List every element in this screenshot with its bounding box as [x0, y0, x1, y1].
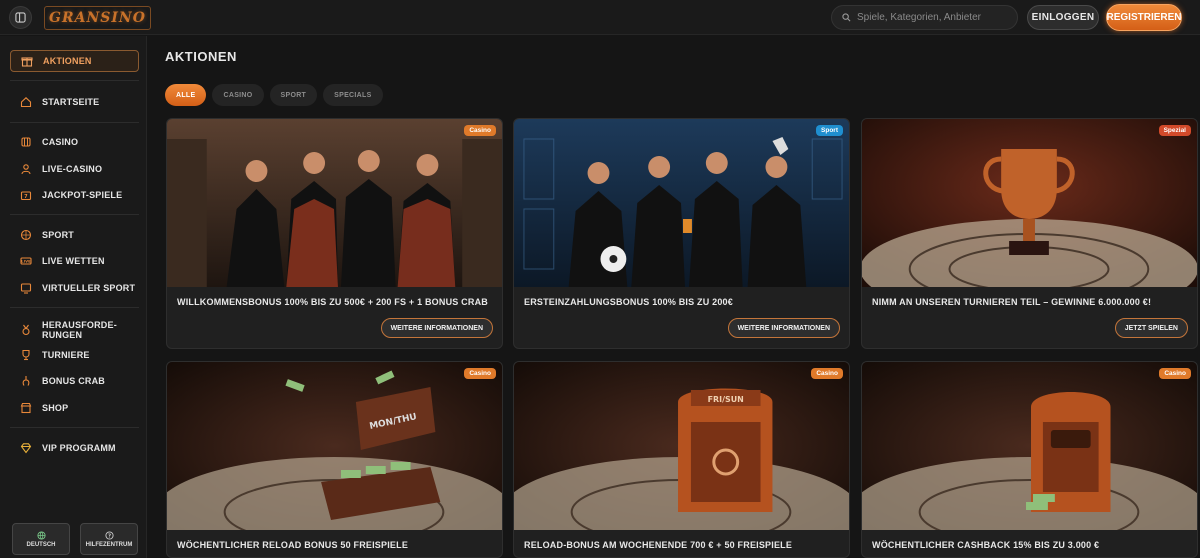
tab-specials[interactable]: SPECIALS	[323, 84, 383, 106]
sidebar-item-label: SHOP	[42, 403, 69, 413]
sidebar-item-live-casino[interactable]: LIVE-CASINO	[10, 158, 139, 180]
sidebar-item-virtueller-sport[interactable]: VIRTUELLER SPORT	[10, 277, 139, 299]
promo-title: WÖCHENTLICHER CASHBACK 15% BIS ZU 3.000 …	[872, 540, 1100, 550]
sidebar-item-label: TURNIERE	[42, 350, 90, 360]
more-info-button[interactable]: WEITERE INFORMATIONEN	[727, 318, 840, 338]
shop-icon	[20, 402, 32, 414]
play-now-button[interactable]: JETZT SPIELEN	[1114, 318, 1188, 338]
language-label: DEUTSCH	[26, 541, 56, 548]
sidebar-item-label: AKTIONEN	[43, 56, 92, 66]
more-info-button[interactable]: WEITERE INFORMATIONEN	[380, 318, 493, 338]
sidebar-item-sport[interactable]: SPORT	[10, 224, 139, 246]
brand-logo[interactable]: GRANSINO	[44, 6, 151, 30]
help-center-button[interactable]: ? HILFEZENTRUM	[80, 523, 138, 555]
live-dealer-icon	[20, 163, 32, 175]
sidebar: AKTIONEN STARTSEITE CASINO LIVE-CASINO 7…	[0, 36, 147, 558]
diamond-icon	[20, 442, 32, 454]
promo-image-weekend-reload: FRI/SUN Casino	[514, 362, 849, 530]
jackpot-icon: 7	[20, 189, 32, 201]
promo-title: WÖCHENTLICHER RELOAD BONUS 50 FREISPIELE	[177, 540, 409, 550]
divider	[10, 80, 139, 81]
sidebar-item-turniere[interactable]: TURNIERE	[10, 344, 139, 366]
promo-title: RELOAD-BONUS AM WOCHENENDE 700 € + 50 FR…	[524, 540, 793, 550]
sidebar-item-jackpot[interactable]: 7 JACKPOT-SPIELE	[10, 184, 139, 206]
promo-card[interactable]: Casino WILLKOMMENSBONUS 100% BIS ZU 500€…	[166, 118, 503, 349]
promo-image-first-deposit: Sport	[514, 119, 849, 287]
promo-title: NIMM AN UNSEREN TURNIEREN TEIL – GEWINNE…	[872, 297, 1152, 307]
globe-icon	[36, 530, 46, 540]
top-bar: GRANSINO EINLOGGEN REGISTRIEREN	[0, 0, 1200, 35]
sidebar-item-label: JACKPOT-SPIELE	[42, 190, 123, 200]
tab-alle[interactable]: ALLE	[165, 84, 207, 106]
promo-image-cashback: Casino	[862, 362, 1197, 530]
category-badge: Casino	[464, 125, 496, 136]
claw-icon	[20, 375, 32, 387]
medal-icon	[20, 324, 32, 336]
divider	[10, 122, 139, 123]
promo-image-weekly-reload: MON/THU Casino	[167, 362, 502, 530]
sidebar-item-shop[interactable]: SHOP	[10, 397, 139, 419]
trophy-icon	[20, 349, 32, 361]
search-icon	[842, 13, 851, 22]
virtual-sport-icon	[20, 282, 32, 294]
ball-icon	[20, 229, 32, 241]
help-icon: ?	[104, 530, 114, 539]
sidebar-icon	[15, 12, 26, 23]
svg-text:?: ?	[107, 533, 110, 539]
tab-casino[interactable]: CASINO	[212, 84, 264, 106]
sidebar-item-herausforderungen[interactable]: HERAUSFORDE-RUNGEN	[10, 317, 139, 343]
category-badge: Spezial	[1158, 125, 1191, 136]
live-icon: LIVE	[20, 255, 32, 267]
divider	[10, 307, 139, 308]
slot-icon	[20, 136, 32, 148]
sidebar-item-live-wetten[interactable]: LIVE LIVE WETTEN	[10, 250, 139, 272]
promo-card[interactable]: MON/THU Casino WÖCHENTLICHER RELOAD BONU…	[166, 361, 503, 558]
sidebar-item-label: LIVE WETTEN	[42, 256, 105, 266]
sidebar-item-label: HERAUSFORDE-RUNGEN	[42, 320, 117, 340]
filter-tabs: ALLE CASINO SPORT SPECIALS	[165, 84, 383, 106]
sidebar-item-aktionen[interactable]: AKTIONEN	[10, 50, 139, 72]
promo-card[interactable]: Sport ERSTEINZAHLUNGSBONUS 100% BIS ZU 2…	[513, 118, 850, 349]
sidebar-item-bonus-crab[interactable]: BONUS CRAB	[10, 370, 139, 392]
sidebar-item-label: CASINO	[42, 137, 79, 147]
category-badge: Casino	[1159, 368, 1191, 379]
gift-icon	[21, 55, 33, 67]
sidebar-item-label: VIRTUELLER SPORT	[42, 283, 136, 293]
sidebar-item-casino[interactable]: CASINO	[10, 131, 139, 153]
sidebar-item-label: VIP PROGRAMM	[42, 443, 116, 453]
sidebar-item-label: STARTSEITE	[42, 97, 100, 107]
sidebar-item-vip[interactable]: VIP PROGRAMM	[10, 437, 139, 459]
register-button[interactable]: REGISTRIEREN	[1106, 4, 1182, 31]
menu-toggle-button[interactable]	[9, 6, 32, 29]
divider	[10, 214, 139, 215]
promo-title: WILLKOMMENSBONUS 100% BIS ZU 500€ + 200 …	[177, 297, 488, 307]
promo-title: ERSTEINZAHLUNGSBONUS 100% BIS ZU 200€	[524, 297, 733, 307]
help-center-label: HILFEZENTRUM	[85, 541, 133, 548]
category-badge: Casino	[464, 368, 496, 379]
promo-card[interactable]: FRI/SUN Casino RELOAD-BONUS AM WOCHENEND…	[513, 361, 850, 558]
sidebar-item-label: BONUS CRAB	[42, 376, 106, 386]
svg-text:7: 7	[24, 194, 28, 200]
category-badge: Casino	[811, 368, 843, 379]
sidebar-item-label: LIVE-CASINO	[42, 164, 103, 174]
svg-text:LIVE: LIVE	[21, 260, 31, 264]
home-icon	[20, 96, 32, 108]
sidebar-item-label: SPORT	[42, 230, 75, 240]
category-badge: Sport	[816, 125, 843, 136]
language-button[interactable]: DEUTSCH	[12, 523, 70, 555]
promo-card[interactable]: Spezial NIMM AN UNSEREN TURNIEREN TEIL –…	[861, 118, 1198, 349]
search-bar[interactable]	[831, 5, 1018, 30]
promo-card[interactable]: Casino WÖCHENTLICHER CASHBACK 15% BIS ZU…	[861, 361, 1198, 558]
tab-sport[interactable]: SPORT	[269, 84, 318, 106]
promo-image-welcome: Casino	[167, 119, 502, 287]
page-title: AKTIONEN	[165, 49, 237, 64]
login-button[interactable]: EINLOGGEN	[1027, 5, 1099, 30]
art-label: FRI/SUN	[708, 395, 744, 404]
sidebar-item-startseite[interactable]: STARTSEITE	[10, 91, 139, 113]
divider	[10, 427, 139, 428]
search-input[interactable]	[857, 12, 1007, 23]
promo-image-tournament: Spezial	[862, 119, 1197, 287]
